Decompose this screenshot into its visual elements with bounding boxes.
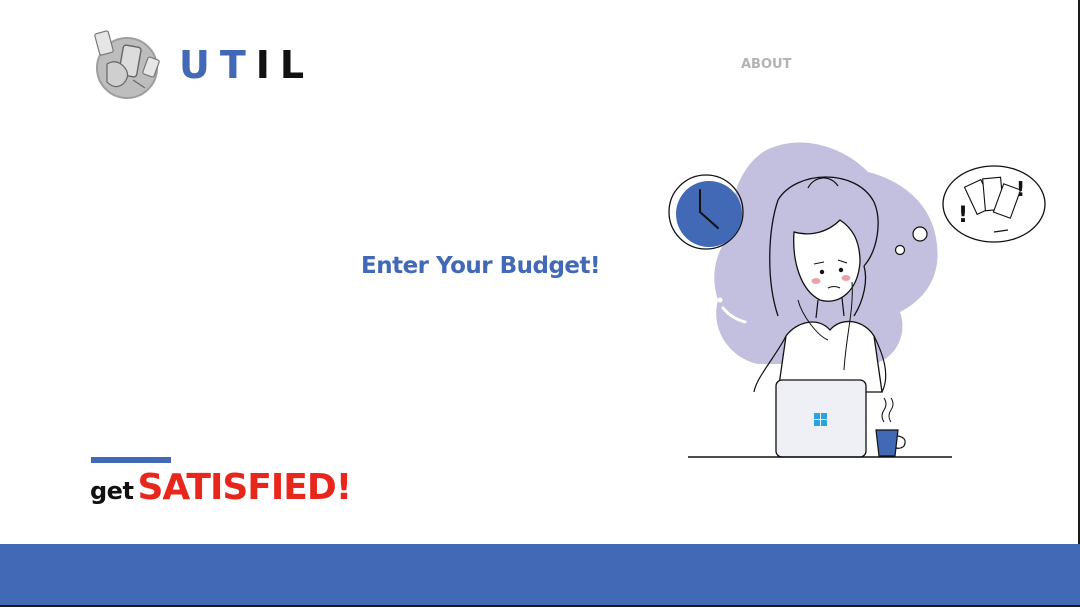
logo-letter-u: U: [179, 43, 220, 87]
svg-text:!: !: [958, 203, 968, 228]
woman-at-laptop-illustration: ! !: [668, 142, 1046, 458]
logo-letter-l: L: [279, 43, 315, 87]
tagline-lead: get: [90, 477, 134, 505]
enter-budget-link[interactable]: Enter Your Budget!: [361, 253, 601, 279]
logo-letter-i: I: [255, 43, 280, 87]
coffee-cup-icon: [875, 397, 906, 457]
phones-emblem-icon: [94, 30, 160, 99]
wall-clock-icon: [668, 174, 744, 250]
money-worry-thought-icon: ! !: [942, 165, 1046, 243]
tagline-emphasis: SATISFIED!: [137, 467, 352, 508]
footer-bar: [0, 544, 1080, 605]
nav-about-link[interactable]: ABOUT: [741, 57, 791, 72]
site-logo[interactable]: UTIL: [93, 30, 308, 102]
logo-letter-t: T: [219, 43, 256, 87]
tagline-accent-bar: [91, 457, 171, 463]
svg-text:!: !: [1016, 177, 1025, 201]
logo-wordmark: UTIL: [179, 46, 314, 84]
tagline: get SATISFIED!: [90, 467, 352, 508]
